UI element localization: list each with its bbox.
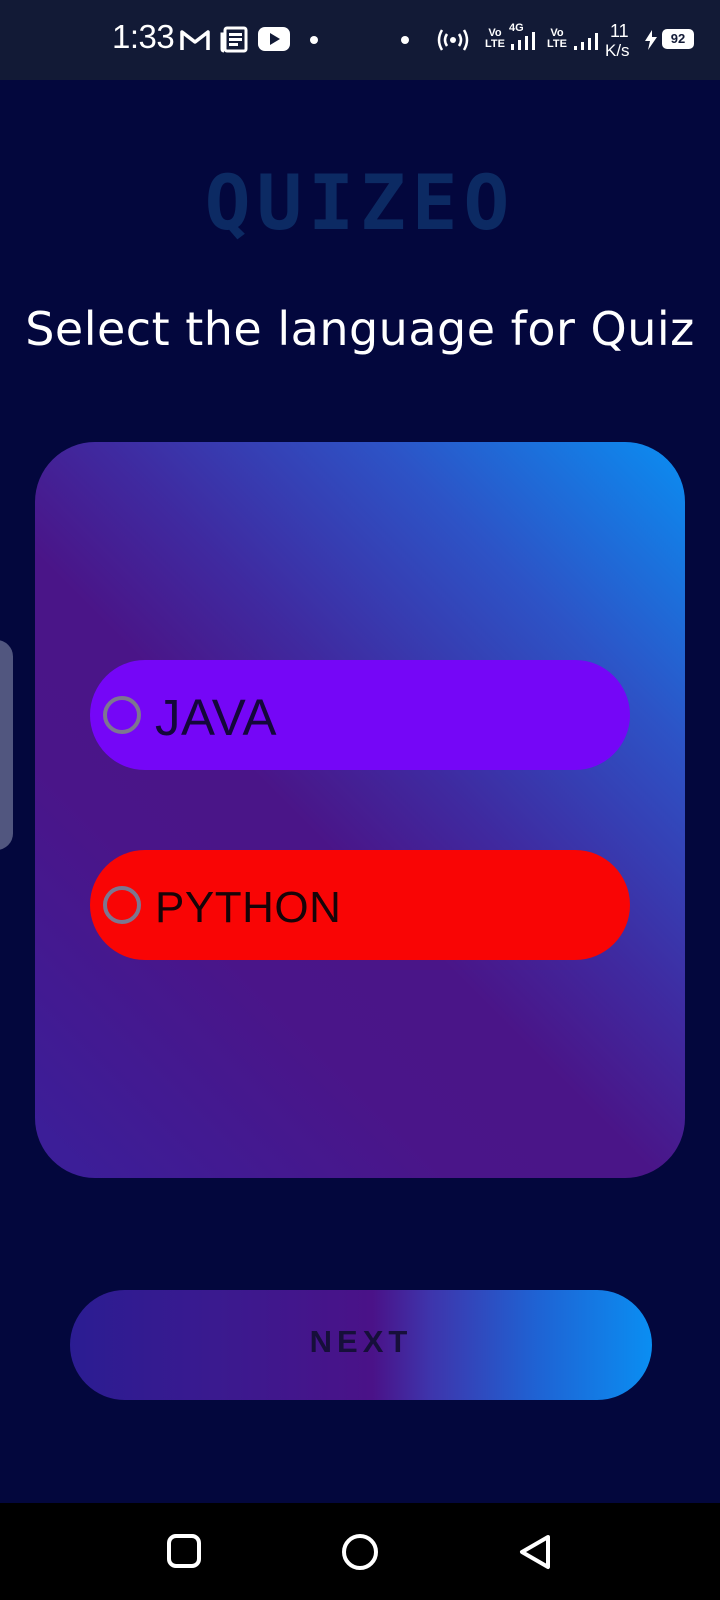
- status-bar: 1:33 Vo LTE 4G Vo LTE 11 K/s 92: [0, 0, 720, 80]
- option-python[interactable]: PYTHON: [90, 850, 630, 960]
- signal2-label: Vo LTE: [547, 27, 567, 50]
- home-button[interactable]: [341, 1533, 379, 1571]
- next-button[interactable]: NEXT: [70, 1290, 652, 1400]
- next-button-label: NEXT: [309, 1324, 413, 1359]
- status-time: 1:33: [112, 18, 175, 55]
- back-button[interactable]: [518, 1533, 552, 1571]
- notification-dot: [401, 36, 409, 44]
- radio-button-python[interactable]: [103, 886, 141, 924]
- page-title: Select the language for Quiz: [25, 302, 695, 356]
- radio-button-java[interactable]: [103, 696, 141, 734]
- battery-icon: 92: [662, 29, 694, 49]
- notification-dot: [310, 36, 318, 44]
- signal-icon: [574, 33, 598, 50]
- edge-panel-handle[interactable]: [0, 640, 13, 850]
- recents-button[interactable]: [166, 1533, 202, 1569]
- signal-icon: [511, 32, 535, 50]
- youtube-icon: [258, 27, 290, 51]
- option-label-java: JAVA: [155, 689, 277, 746]
- option-java[interactable]: JAVA: [90, 660, 630, 770]
- net-speed-unit: K/s: [605, 41, 630, 60]
- gmail-icon: [180, 30, 210, 50]
- navigation-bar: [0, 1503, 720, 1600]
- app-logo: QUIZEO: [204, 158, 516, 247]
- net-speed-value: 11: [610, 21, 629, 41]
- option-label-python: PYTHON: [155, 883, 342, 932]
- news-icon: [220, 26, 248, 53]
- hotspot-icon: [437, 29, 469, 51]
- language-card: [35, 442, 685, 1178]
- signal1-label: Vo LTE: [485, 27, 505, 50]
- charging-icon: [645, 30, 657, 50]
